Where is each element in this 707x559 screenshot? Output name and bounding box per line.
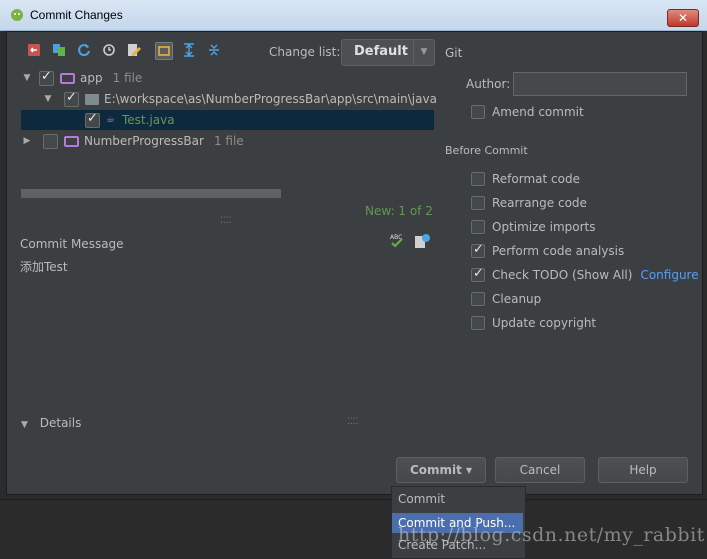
splitter-grip[interactable]: ⁚⁚⁚⁚ bbox=[347, 417, 358, 427]
change-list-dropdown[interactable]: Default ▼ bbox=[341, 39, 435, 66]
commit-message-input[interactable]: 添加Test bbox=[20, 258, 68, 275]
tree-row-path[interactable]: ▼ E:\workspace\as\NumberProgressBar\app\… bbox=[42, 89, 436, 109]
option-label: Cleanup bbox=[492, 292, 542, 306]
horizontal-scrollbar[interactable] bbox=[21, 189, 281, 198]
commit-dropdown-menu: Commit Commit and Push... Create Patch..… bbox=[391, 486, 526, 559]
edit-source-icon[interactable] bbox=[126, 42, 142, 58]
file-count: 1 file bbox=[112, 71, 143, 85]
commit-changes-dialog: Commit Changes ✕ Change list: Default ▼ … bbox=[0, 0, 707, 499]
expand-arrow-icon[interactable]: ▼ bbox=[21, 73, 33, 83]
author-label: Author: bbox=[466, 77, 511, 91]
file-name: Test.java bbox=[122, 113, 175, 127]
option-label: Optimize imports bbox=[492, 220, 596, 234]
title-bar: Commit Changes ✕ bbox=[0, 0, 707, 31]
tree-row-numberprogressbar-module[interactable]: ▶ NumberProgressBar 1 file bbox=[21, 131, 244, 151]
folder-icon bbox=[85, 93, 99, 105]
revert-icon[interactable] bbox=[26, 42, 42, 58]
author-input[interactable] bbox=[513, 72, 687, 96]
help-button[interactable]: Help bbox=[598, 457, 688, 483]
expand-arrow-icon: ▼ bbox=[21, 420, 28, 430]
option-label: Update copyright bbox=[492, 316, 597, 330]
option-label: Perform code analysis bbox=[492, 244, 625, 258]
window-title: Commit Changes bbox=[30, 8, 123, 22]
git-section-label: Git bbox=[445, 46, 463, 60]
update-copyright-checkbox[interactable] bbox=[471, 316, 485, 330]
group-by-module-icon[interactable] bbox=[155, 42, 173, 60]
change-list-label: Change list: bbox=[269, 45, 341, 59]
option-cleanup[interactable]: Cleanup bbox=[471, 292, 541, 306]
java-file-icon: ☕ bbox=[106, 114, 115, 125]
change-list-value: Default bbox=[354, 44, 408, 59]
new-files-count: New: 1 of 2 bbox=[365, 204, 433, 218]
file-count: 1 file bbox=[213, 134, 244, 148]
option-optimize-imports[interactable]: Optimize imports bbox=[471, 220, 596, 234]
directory-path: E:\workspace\as\NumberProgressBar\app\sr… bbox=[104, 92, 436, 106]
commit-message-history-icon[interactable] bbox=[414, 233, 430, 249]
module-name: app bbox=[80, 71, 103, 85]
details-toggle[interactable]: ▼ Details bbox=[21, 416, 81, 430]
expand-arrow-icon[interactable]: ▼ bbox=[42, 94, 54, 104]
module-name: NumberProgressBar bbox=[84, 134, 204, 148]
close-button[interactable]: ✕ bbox=[667, 9, 699, 27]
code-analysis-checkbox[interactable] bbox=[471, 242, 485, 258]
cleanup-checkbox[interactable] bbox=[471, 292, 485, 306]
amend-label: Amend commit bbox=[492, 105, 584, 119]
option-perform-code-analysis[interactable]: Perform code analysis bbox=[471, 242, 625, 258]
check-todo-checkbox[interactable] bbox=[471, 266, 485, 282]
option-label: Check TODO (Show All) bbox=[492, 268, 633, 282]
commit-button[interactable]: Commit ▾ bbox=[396, 457, 486, 483]
option-reformat-code[interactable]: Reformat code bbox=[471, 172, 580, 186]
option-label: Reformat code bbox=[492, 172, 580, 186]
path-checkbox[interactable] bbox=[64, 90, 79, 107]
commit-message-label: Commit Message bbox=[20, 237, 124, 251]
cancel-button[interactable]: Cancel bbox=[495, 457, 585, 483]
option-rearrange-code[interactable]: Rearrange code bbox=[471, 196, 587, 210]
numberprogressbar-checkbox[interactable] bbox=[43, 133, 58, 149]
details-label: Details bbox=[39, 416, 82, 430]
option-update-copyright[interactable]: Update copyright bbox=[471, 316, 596, 330]
app-module-checkbox[interactable] bbox=[39, 69, 54, 86]
spellcheck-icon[interactable]: ABC bbox=[389, 233, 405, 249]
option-label: Rearrange code bbox=[492, 196, 587, 210]
refresh-icon[interactable] bbox=[76, 42, 92, 58]
configure-link[interactable]: Configure bbox=[640, 268, 698, 282]
tree-row-app-module[interactable]: ▼ app 1 file bbox=[21, 68, 142, 88]
watermark: http://blog.csdn.net/my_rabbit bbox=[398, 524, 705, 546]
amend-commit-option[interactable]: Amend commit bbox=[471, 105, 584, 119]
rearrange-checkbox[interactable] bbox=[471, 196, 485, 210]
dialog-body: Change list: Default ▼ Git ▼ app 1 file … bbox=[6, 31, 703, 495]
optimize-imports-checkbox[interactable] bbox=[471, 220, 485, 234]
android-studio-icon bbox=[11, 9, 23, 21]
expand-all-icon[interactable] bbox=[181, 42, 197, 58]
collapse-all-icon[interactable] bbox=[206, 42, 222, 58]
before-commit-label: Before Commit bbox=[445, 144, 528, 157]
chevron-down-icon: ▼ bbox=[413, 40, 434, 65]
splitter-grip[interactable]: ⁚⁚⁚⁚ bbox=[220, 216, 231, 226]
menu-item-commit[interactable]: Commit bbox=[392, 489, 523, 509]
history-icon[interactable] bbox=[101, 42, 117, 58]
file-checkbox[interactable] bbox=[85, 111, 100, 128]
collapsed-arrow-icon[interactable]: ▶ bbox=[21, 136, 33, 146]
module-folder-icon bbox=[64, 135, 79, 147]
tree-row-file[interactable]: ☕ Test.java bbox=[21, 110, 434, 130]
diff-icon[interactable] bbox=[51, 42, 67, 58]
amend-checkbox[interactable] bbox=[471, 105, 485, 119]
module-folder-icon bbox=[60, 72, 75, 84]
reformat-checkbox[interactable] bbox=[471, 172, 485, 186]
option-check-todo[interactable]: Check TODO (Show All) Configure bbox=[471, 266, 699, 282]
